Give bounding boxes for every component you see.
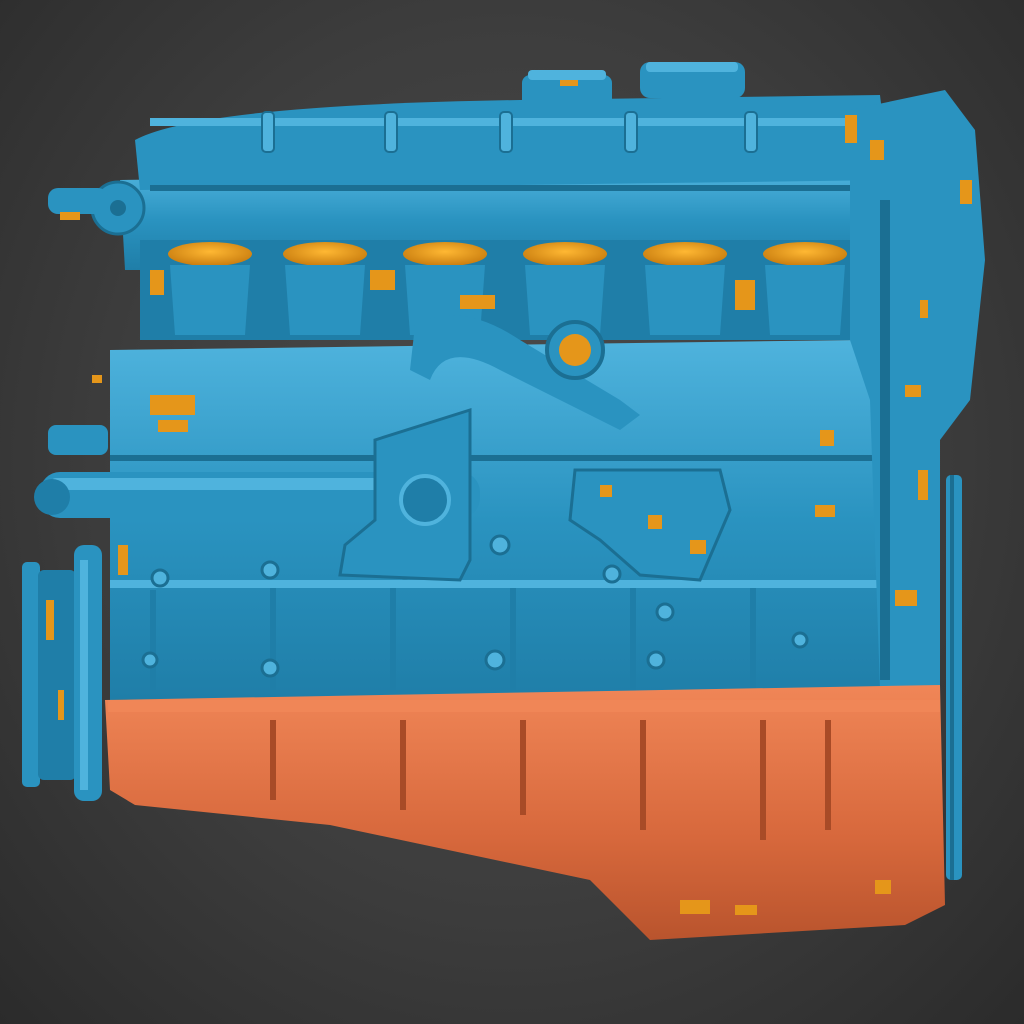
intake-ports: [140, 240, 880, 340]
engine-scan-render: [22, 62, 985, 940]
3d-viewport[interactable]: [0, 0, 1024, 1024]
cylinder-head: [48, 62, 895, 270]
oil-pan: [105, 685, 945, 940]
engine-block: [110, 340, 880, 700]
flywheel-ring-gear: [946, 475, 962, 880]
crankshaft-pulley: [22, 545, 102, 801]
